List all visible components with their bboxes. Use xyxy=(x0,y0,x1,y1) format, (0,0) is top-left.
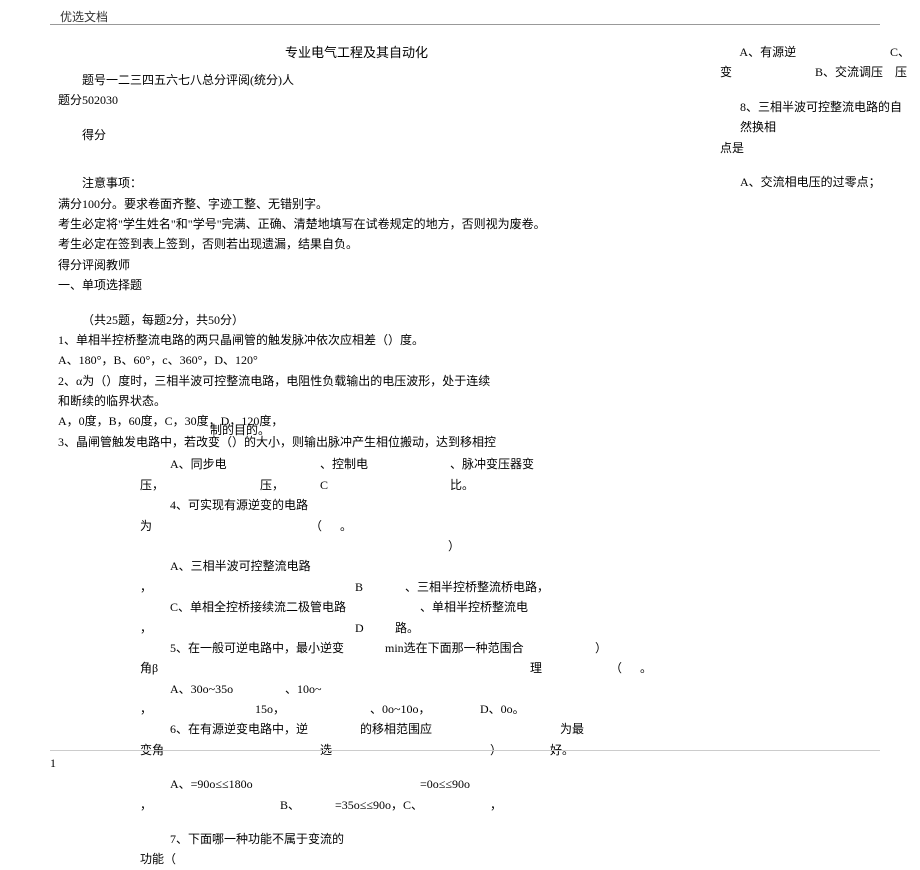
content-left: 题号一二三四五六七八总分评阅(统分)人 题分502030 得分 注意事项： 满分… xyxy=(58,70,658,452)
q5-r2a: 角β xyxy=(140,658,530,678)
q5b: min选在下面那一种范围合 xyxy=(385,638,595,658)
score-line: 题分502030 xyxy=(58,90,658,110)
q6-r4b: B、 xyxy=(280,795,335,815)
q7-r2c: 压 xyxy=(895,62,907,82)
q3-options-row2: 压， 压， C 比。 xyxy=(130,475,680,495)
notice-1: 满分100分。要求卷面齐整、字迹工整、无错别字。 xyxy=(58,194,658,214)
notice-3: 考生必定在签到表上签到，否则若出现遗漏，结果自负。 xyxy=(58,234,658,254)
q7-r2a: 变 xyxy=(720,62,815,82)
q4c: C、单相全控桥接续流二极管电路 xyxy=(170,597,420,617)
page-number: 1 xyxy=(50,756,56,771)
q6b-mid: =0o≤≤90o xyxy=(420,774,470,794)
q5-r2b: 理 xyxy=(530,658,610,678)
q4-r2c: 。 xyxy=(340,516,352,536)
q5-opts-row2: ， 15o， 、0o~10o， D、0o。 xyxy=(130,699,680,719)
q6-r4d: ， xyxy=(490,795,502,815)
q7-r2b: B、交流调压 xyxy=(815,62,895,82)
question-intro: （共25题，每题2分，共50分） xyxy=(58,310,658,330)
q7-opt-row2: 变 B、交流调压 压 xyxy=(720,62,910,82)
q4-opt-b-row: ， B 、三相半控桥整流桥电路， xyxy=(130,577,680,597)
section-1-title: 一、单项选择题 xyxy=(58,275,658,295)
q3-opt-a: A、同步电 xyxy=(170,454,320,474)
q6: 6、在有源逆变电路中，逆 xyxy=(170,719,360,739)
q7a: A、有源逆 xyxy=(739,42,890,62)
question-8: 8、三相半波可控整流电路的自然换相 xyxy=(740,97,910,138)
q4-r2b: （ xyxy=(310,516,340,536)
question-2: 2、α为（）度时，三相半波可控整流电路，电阻性负载输出的电压波形，处于连续 xyxy=(58,371,658,391)
q6-r4a: ， xyxy=(140,795,280,815)
q4b: 、三相半控桥整流桥电路， xyxy=(405,577,549,597)
q3-options-row1: A、同步电 、控制电 、脉冲变压器变 xyxy=(130,454,680,474)
q6c: 为最 xyxy=(560,719,584,739)
q3-opt-c: 、脉冲变压器变 xyxy=(450,454,534,474)
q6a: A、=90o≤≤180o xyxy=(170,774,420,794)
question-4: 4、可实现有源逆变的电路 xyxy=(170,495,680,515)
q7-r2: 功能（ xyxy=(140,849,680,869)
header-divider xyxy=(50,24,880,25)
q5-r4a: ， xyxy=(140,699,255,719)
q3-cont: 制的目的。 xyxy=(210,420,680,440)
q6-opts-row2: ， B、 =35o≤≤90o，C、 ， xyxy=(130,795,680,815)
q7-opt-a-row: A、有源逆 C、 xyxy=(720,42,910,62)
document-title: 专业电气工程及其自动化 xyxy=(285,42,428,61)
q5-opts-row1: A、30o~35o 、10o~ xyxy=(130,679,680,699)
q4-row2: 为 （ 。 xyxy=(130,516,680,536)
content-right: A、有源逆 C、 变 B、交流调压 压 8、三相半波可控整流电路的自然换相 点是… xyxy=(720,42,910,192)
footer-divider xyxy=(50,750,880,751)
q6b: 的移相范围应 xyxy=(360,719,560,739)
mid-section: 制的目的。 A、同步电 、控制电 、脉冲变压器变 压， 压， C 比。 4、可实… xyxy=(130,420,680,870)
q7a-end: C、 xyxy=(890,42,910,62)
q5: 5、在一般可逆电路中，最小逆变 xyxy=(170,638,385,658)
q8-opt-a: A、交流相电压的过零点； xyxy=(740,172,910,192)
q4d-r2a: ， xyxy=(140,618,355,638)
q3-r2a: 压， xyxy=(140,475,260,495)
question-2-cont: 和断续的临界状态。 xyxy=(58,391,658,411)
q3-r2b: 压， xyxy=(260,475,320,495)
q5-r2d: 。 xyxy=(640,658,652,678)
question-1: 1、单相半控桥整流电路的两只晶闸管的触发脉冲依次应相差（）度。 xyxy=(58,330,658,350)
q5-r4b: 15o， xyxy=(255,699,370,719)
q4-spacer: ） xyxy=(130,536,680,556)
q3-r2c: C xyxy=(320,475,450,495)
q5-row2: 角β 理 （ 。 xyxy=(130,658,680,678)
q4-opt-d-row2: ， D 路。 xyxy=(130,618,680,638)
header-label: 优选文档 xyxy=(60,8,108,25)
score-reviewer: 得分评阅教师 xyxy=(58,255,658,275)
q5b-opt: 、10o~ xyxy=(285,679,322,699)
q6-row1: 6、在有源逆变电路中，逆 的移相范围应 为最 xyxy=(130,719,680,739)
q3-r2d: 比。 xyxy=(450,475,474,495)
q5c: ） xyxy=(595,638,607,658)
q4d-r2c: 路。 xyxy=(395,618,419,638)
q4d-r2b: D xyxy=(355,618,395,638)
q5-r2c: （ xyxy=(610,658,640,678)
q5-r4d: D、0o。 xyxy=(480,699,525,719)
notice-2: 考生必定将"学生姓名"和"学号"完满、正确、清楚地填写在试卷规定的地方，否则视为… xyxy=(58,214,658,234)
question-7: 7、下面哪一种功能不属于变流的 xyxy=(170,829,680,849)
q3-opt-b: 、控制电 xyxy=(320,454,450,474)
notice-title: 注意事项： xyxy=(58,173,658,193)
q5-row1: 5、在一般可逆电路中，最小逆变 min选在下面那一种范围合 ） xyxy=(130,638,680,658)
q5a: A、30o~35o xyxy=(170,679,285,699)
score-label: 得分 xyxy=(58,125,658,145)
q6-r4c: =35o≤≤90o，C、 xyxy=(335,795,490,815)
exam-header-line: 题号一二三四五六七八总分评阅(统分)人 xyxy=(58,70,658,90)
q4b-pre: ， xyxy=(140,577,355,597)
q6-opts-row1: A、=90o≤≤180o =0o≤≤90o xyxy=(130,774,680,794)
q4-opt-a: A、三相半波可控整流电路 xyxy=(170,556,680,576)
q4b-lbl: B xyxy=(355,577,405,597)
q4d: 、单相半控桥整流电 xyxy=(420,597,528,617)
q8-cont: 点是 xyxy=(720,138,910,158)
q5-r4c: 、0o~10o， xyxy=(370,699,480,719)
question-1-options: A、180°，B、60°，c、360°，D、120° xyxy=(58,350,658,370)
q4-r2a: 为 xyxy=(140,516,310,536)
q4-opt-c-row: C、单相全控桥接续流二极管电路 、单相半控桥整流电 xyxy=(130,597,680,617)
